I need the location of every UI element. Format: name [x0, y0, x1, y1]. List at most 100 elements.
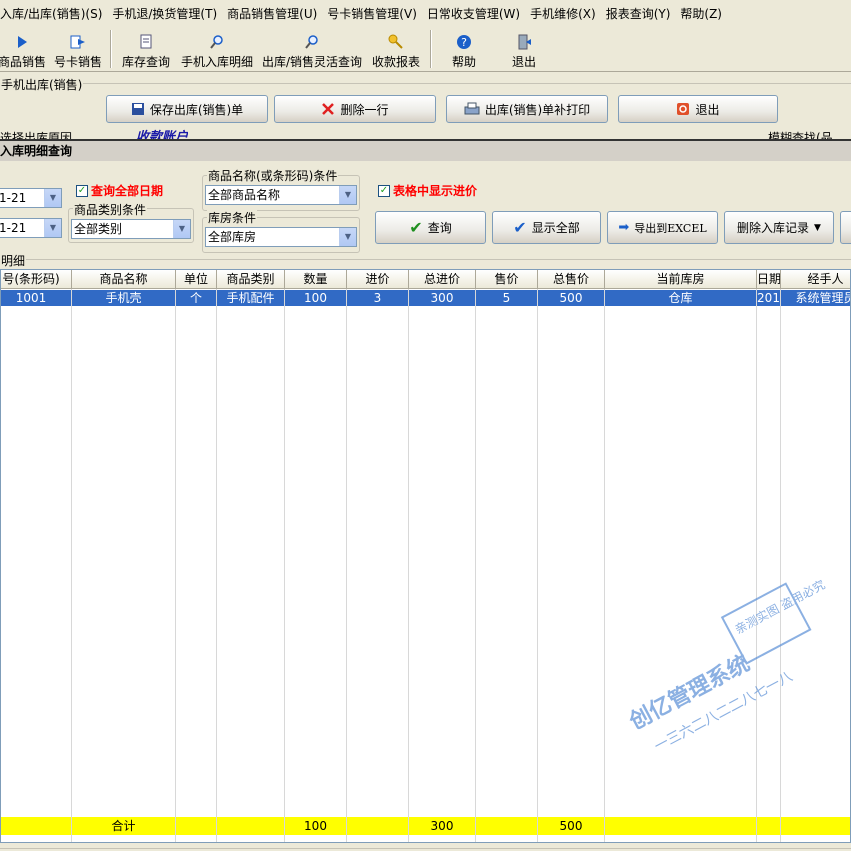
fuzzy-search-label: 模糊查找(品: [768, 131, 833, 139]
column-header[interactable]: 进价: [347, 270, 409, 289]
name-group-title: 商品名称(或条形码)条件: [207, 167, 339, 184]
export-excel-button[interactable]: ➡ 导出到EXCEL: [607, 211, 718, 244]
column-header[interactable]: 单位: [176, 270, 217, 289]
detail-group-title: 明细: [0, 252, 27, 269]
magnifier-icon: [209, 32, 225, 52]
table-cell[interactable]: 手机壳: [72, 290, 176, 306]
column-header[interactable]: 商品名称: [72, 270, 176, 289]
column-header[interactable]: 总进价: [409, 270, 476, 289]
window-title: 入库明细查询: [0, 141, 851, 161]
chevron-down-icon[interactable]: ▼: [173, 220, 190, 238]
sales-out-window: 手机出库(销售) 保存出库(销售)单 删除一行 出库(销售)单补打印 退出 选择…: [0, 73, 851, 143]
exit-icon: [677, 103, 690, 115]
delete-row-label: 删除一行: [340, 102, 389, 117]
date-from-picker[interactable]: 1-21 ▼: [0, 188, 62, 208]
menu-repair[interactable]: 手机维修(X): [525, 5, 601, 22]
show-price-checkbox[interactable]: ✓: [378, 185, 390, 197]
toolbar-separator: [110, 30, 112, 68]
checkmark-icon: ✔: [409, 218, 423, 237]
column-header[interactable]: 号(条形码): [1, 270, 72, 289]
export-icon: [70, 32, 86, 52]
warehouse-select[interactable]: 全部库房 ▼: [205, 227, 357, 247]
menu-bar: 入库/出库(销售)(S) 手机退/换货管理(T) 商品销售管理(U) 号卡销售管…: [0, 0, 851, 26]
column-header[interactable]: 商品类别: [217, 270, 285, 289]
toolbar-label: 商品销售: [0, 55, 47, 69]
toolbar-label: 帮助: [451, 55, 476, 69]
menu-help[interactable]: 帮助(Z): [675, 5, 727, 22]
menu-sim-sales[interactable]: 号卡销售管理(V): [322, 5, 422, 22]
toolbar-stock-in-detail-button[interactable]: 手机入库明细: [178, 27, 256, 72]
show-all-button[interactable]: ✔ 显示全部: [492, 211, 601, 244]
toolbar-goods-sale-button[interactable]: 商品销售: [0, 27, 47, 72]
column-header[interactable]: 售价: [476, 270, 538, 289]
back-exit-button[interactable]: 退出: [618, 95, 778, 123]
warehouse-group-title: 库房条件: [207, 209, 258, 226]
reprint-button[interactable]: 出库(销售)单补打印: [446, 95, 608, 123]
category-group-title: 商品类别条件: [73, 201, 148, 218]
table-cell[interactable]: 1001: [1, 290, 72, 306]
all-dates-checkbox[interactable]: ✓: [76, 185, 88, 197]
menu-return-exchange[interactable]: 手机退/换货管理(T): [107, 5, 222, 22]
table-cell[interactable]: 100: [285, 290, 347, 306]
column-header[interactable]: 经手人: [781, 270, 850, 289]
caret-down-icon: ▼: [814, 222, 821, 233]
category-select[interactable]: 全部类别 ▼: [71, 219, 191, 239]
query-button[interactable]: ✔ 查询: [375, 211, 486, 244]
column-divider: [175, 289, 176, 842]
date-to-picker[interactable]: 1-21 ▼: [0, 218, 62, 238]
save-sales-out-button[interactable]: 保存出库(销售)单: [106, 95, 268, 123]
toolbar-stock-query-button[interactable]: 库存查询: [118, 27, 174, 72]
menu-daily-finance[interactable]: 日常收支管理(W): [422, 5, 525, 22]
date-from-value: 1-21: [0, 191, 27, 205]
name-value: 全部商品名称: [208, 188, 281, 202]
table-cell[interactable]: 手机配件: [217, 290, 285, 306]
totals-label: 合计: [72, 817, 176, 835]
all-dates-label[interactable]: 查询全部日期: [91, 182, 163, 199]
reprint-label: 出库(销售)单补打印: [484, 102, 591, 117]
table-cell[interactable]: 300: [409, 290, 476, 306]
delete-record-button[interactable]: 删除入库记录 ▼: [724, 211, 834, 244]
stock-in-table[interactable]: 号(条形码) 商品名称 单位 商品类别 数量 进价 总进价 售价 总售价 当前库房 日期 经手人 100…: [0, 269, 851, 843]
menu-goods-sales[interactable]: 商品销售管理(U): [222, 5, 322, 22]
chevron-down-icon[interactable]: ▼: [339, 228, 356, 246]
table-cell[interactable]: 500: [538, 290, 605, 306]
column-divider: [408, 289, 409, 842]
table-cell[interactable]: 仓库: [605, 290, 757, 306]
table-cell[interactable]: 个: [176, 290, 217, 306]
chevron-down-icon[interactable]: ▼: [339, 186, 356, 204]
exit-door-icon: [516, 32, 532, 52]
table-cell[interactable]: 3: [347, 290, 409, 306]
extra-button[interactable]: [840, 211, 851, 244]
chevron-down-icon[interactable]: ▼: [44, 219, 61, 237]
column-divider: [71, 289, 72, 842]
watermark: 创亿管理系统 一三六二八二二八七一八 亲测实图 盗用必究: [624, 577, 827, 751]
arrow-right-icon: [15, 32, 29, 52]
column-divider: [284, 289, 285, 842]
svg-text:?: ?: [461, 36, 467, 49]
name-select[interactable]: 全部商品名称 ▼: [205, 185, 357, 205]
delete-row-button[interactable]: 删除一行: [274, 95, 436, 123]
table-cell[interactable]: 201: [757, 290, 781, 306]
arrow-right-icon: ➡: [618, 220, 630, 235]
toolbar-sim-sale-button[interactable]: 号卡销售: [52, 27, 104, 72]
show-price-label[interactable]: 表格中显示进价: [393, 182, 477, 199]
toolbar-receipt-report-button[interactable]: 收款报表: [369, 27, 423, 72]
totals-cell: [605, 817, 757, 835]
category-value: 全部类别: [74, 222, 123, 236]
totals-cell: [347, 817, 409, 835]
totals-cell: [757, 817, 781, 835]
menu-reports[interactable]: 报表查询(Y): [601, 5, 676, 22]
table-cell[interactable]: 5: [476, 290, 538, 306]
column-header[interactable]: 当前库房: [605, 270, 757, 289]
menu-stock-sale[interactable]: 入库/出库(销售)(S): [0, 5, 107, 22]
toolbar-exit-button[interactable]: 退出: [506, 27, 542, 72]
chevron-down-icon[interactable]: ▼: [44, 189, 61, 207]
totals-cell: [176, 817, 217, 835]
toolbar-help-button[interactable]: ? 帮助: [446, 27, 482, 72]
column-header[interactable]: 总售价: [538, 270, 605, 289]
table-cell[interactable]: 系统管理员: [781, 290, 850, 306]
toolbar-flex-query-button[interactable]: 出库/销售灵活查询: [258, 27, 366, 72]
totals-qty: 100: [285, 817, 347, 835]
column-header[interactable]: 数量: [285, 270, 347, 289]
column-header[interactable]: 日期: [757, 270, 781, 289]
